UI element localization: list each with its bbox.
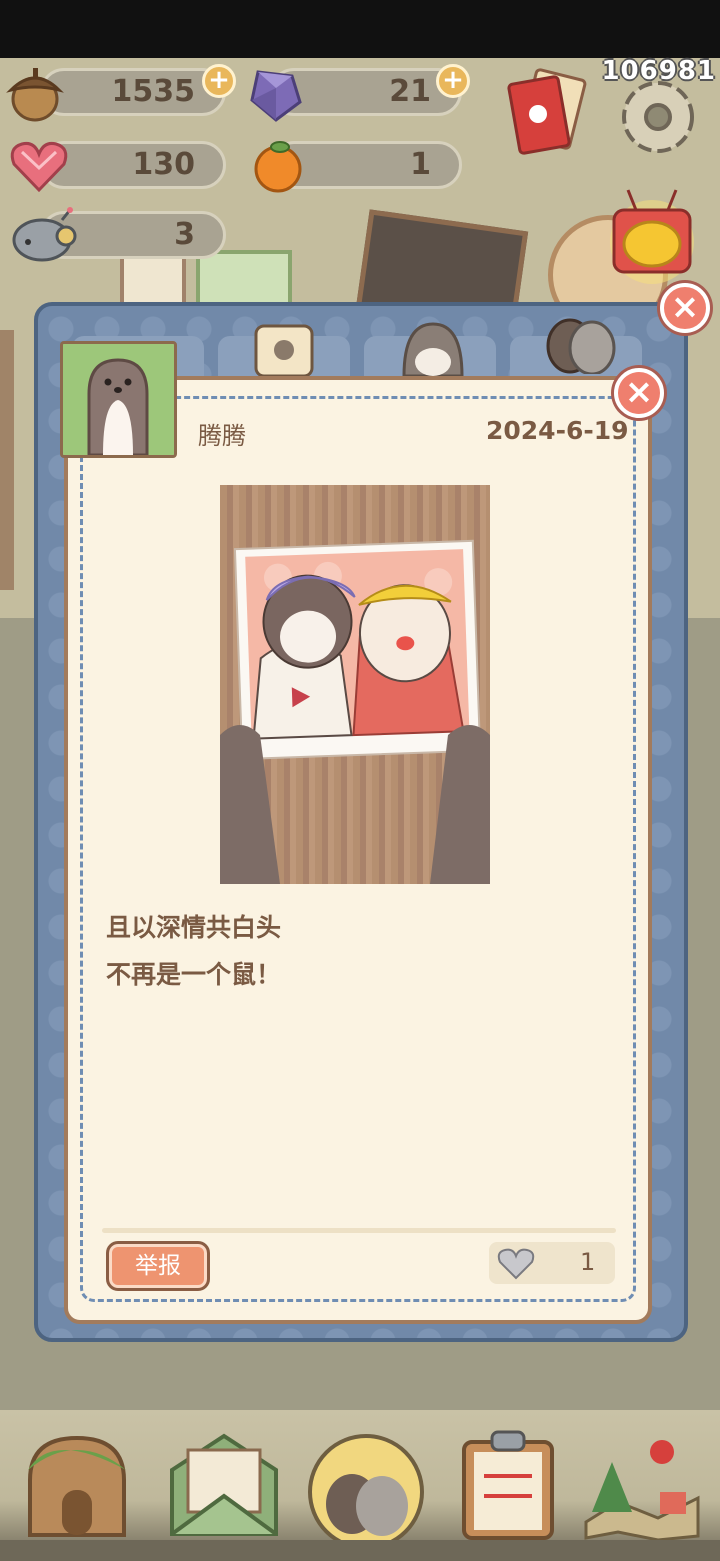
avatar[interactable] bbox=[60, 341, 177, 458]
otter-head-icon bbox=[398, 318, 468, 382]
nav-base bbox=[0, 1540, 720, 1561]
post-text-line: 且以深情共白头 bbox=[106, 913, 282, 942]
close-panel-button[interactable]: × bbox=[660, 283, 710, 333]
card-divider bbox=[102, 1228, 616, 1233]
like-count: 1 bbox=[580, 1248, 596, 1276]
mail-letter-icon[interactable] bbox=[168, 1430, 278, 1540]
robot-head-icon bbox=[8, 206, 78, 268]
close-post-button[interactable]: × bbox=[614, 368, 664, 418]
add-acorns-button[interactable]: + bbox=[202, 64, 236, 98]
crystal-icon bbox=[246, 66, 304, 128]
crystal-heart-like-icon bbox=[496, 1246, 536, 1284]
report-button[interactable]: 举报 bbox=[106, 1241, 210, 1291]
acorn-counter: 1535 bbox=[40, 68, 230, 116]
post-date: 2024-6-19 bbox=[486, 416, 629, 445]
acorn-value: 1535 bbox=[40, 68, 226, 116]
couple-icon bbox=[542, 308, 620, 378]
clipboard-tasks-icon[interactable] bbox=[458, 1426, 558, 1542]
couple-center-icon[interactable] bbox=[306, 1432, 426, 1552]
tv-event-icon[interactable] bbox=[606, 184, 698, 288]
add-gems-button[interactable]: + bbox=[436, 64, 470, 98]
status-bar bbox=[0, 0, 720, 58]
post-username: 腾腾 bbox=[198, 422, 246, 450]
settings-gear-icon[interactable] bbox=[612, 76, 704, 162]
card-pack-icon[interactable] bbox=[500, 66, 588, 166]
orange-icon bbox=[250, 138, 306, 198]
post-photo[interactable] bbox=[220, 485, 490, 884]
home-tree-house-icon[interactable] bbox=[22, 1430, 132, 1540]
post-text-line: 不再是一个鼠！ bbox=[106, 960, 282, 989]
crystal-heart-icon bbox=[8, 138, 70, 198]
wall-post bbox=[0, 330, 14, 590]
notebook-icon bbox=[250, 322, 320, 384]
acorn-icon bbox=[6, 62, 64, 126]
map-icon[interactable] bbox=[582, 1432, 702, 1542]
